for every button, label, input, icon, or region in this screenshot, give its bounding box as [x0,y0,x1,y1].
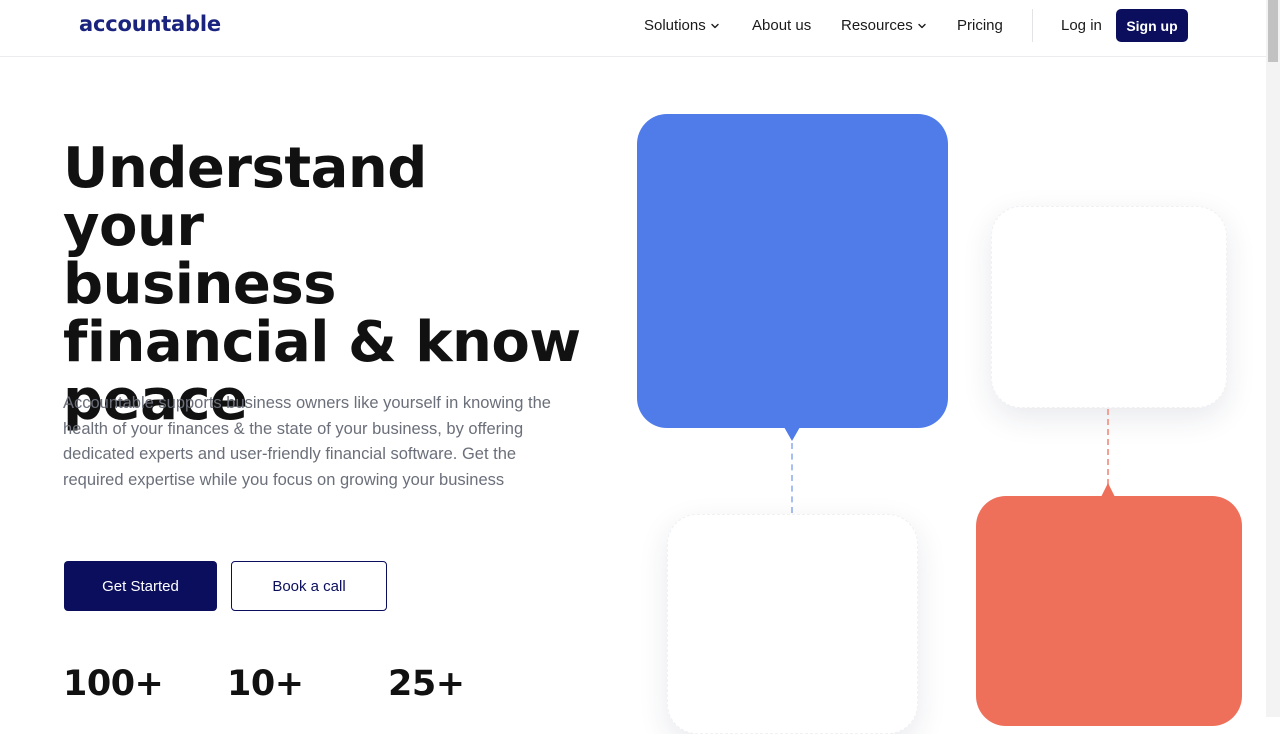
hero-title-line: financial & know [63,310,581,375]
nav-pricing[interactable]: Pricing [957,17,1003,34]
login-link[interactable]: Log in [1061,17,1102,34]
nav-pricing-label: Pricing [957,17,1003,34]
nav-solutions[interactable]: Solutions [644,17,720,34]
top-navbar: accountable Solutions About us Resources… [0,0,1280,57]
blue-card-shape [637,114,948,428]
nav-about-us-label: About us [752,17,812,34]
hero-title-line: business [63,252,337,317]
red-card-pointer [1101,483,1115,497]
nav-solutions-label: Solutions [644,17,706,34]
get-started-button[interactable]: Get Started [64,561,217,611]
login-label: Log in [1061,17,1102,34]
hero-description: Accountable supports business owners lik… [63,394,551,489]
blue-dashed-connector [791,443,793,513]
red-dashed-connector [1107,409,1109,485]
stat-value: 25+ [388,664,465,704]
scrollbar-thumb[interactable] [1268,0,1278,62]
nav-divider [1032,9,1033,42]
white-card-shape [991,206,1227,408]
red-card-shape [976,496,1242,726]
stat-value: 10+ [227,664,304,704]
blue-card-pointer [784,427,800,441]
signup-button[interactable]: Sign up [1116,9,1188,42]
book-a-call-button[interactable]: Book a call [231,561,387,611]
hero-title: Understand your business financial & kno… [63,140,583,430]
nav-resources[interactable]: Resources [841,17,927,34]
page-scrollbar[interactable] [1266,0,1280,717]
chevron-down-icon [711,23,719,28]
white-card-shape [667,514,918,734]
chevron-down-icon [918,23,926,28]
accountable-logo[interactable]: accountable [79,12,221,36]
nav-resources-label: Resources [841,17,913,34]
stat-value: 100+ [63,664,164,704]
nav-about-us[interactable]: About us [752,17,811,34]
hero-title-line: Understand your [63,136,427,259]
